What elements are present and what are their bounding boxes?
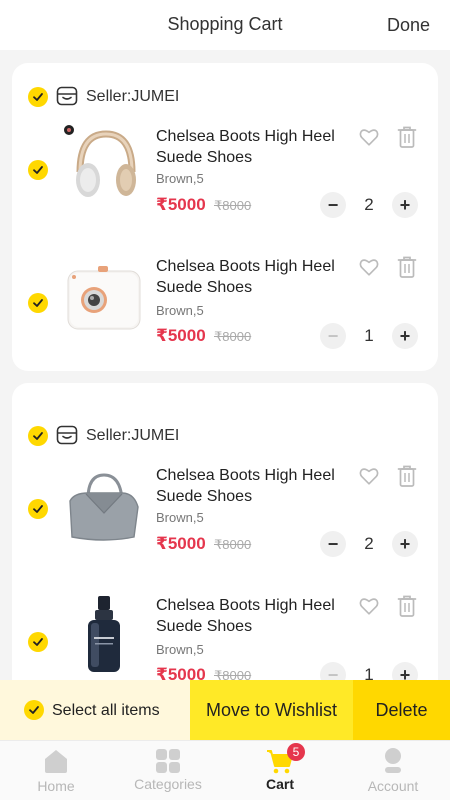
quantity-value: 1 [364,665,374,680]
store-icon [56,425,78,445]
cart-item: Chelsea Boots High Heel Suede Shoes Brow… [12,589,438,680]
trash-icon[interactable] [397,255,417,279]
cart-list[interactable]: Seller:JUMEI Chelsea Boots High Heel Sue… [0,50,450,680]
handbag-image[interactable] [64,463,142,545]
heart-icon[interactable] [358,256,380,278]
seller-name: Seller:JUMEI [86,427,180,444]
tab-label: Home [37,778,75,794]
item-checkbox[interactable] [28,160,48,180]
store-icon [56,86,78,106]
tab-account[interactable]: Account [343,741,443,800]
decrease-qty-button[interactable]: − [320,323,346,349]
item-name[interactable]: Chelsea Boots High Heel Suede Shoes [156,126,346,168]
item-variant: Brown,5 [156,510,204,525]
decrease-qty-button[interactable]: − [320,192,346,218]
cart-count-badge: 5 [287,743,305,761]
check-icon [33,432,43,440]
heart-icon[interactable] [358,465,380,487]
item-name[interactable]: Chelsea Boots High Heel Suede Shoes [156,595,346,637]
tab-categories[interactable]: Categories [118,741,218,800]
seller-checkbox[interactable] [28,426,48,446]
check-icon [33,166,43,174]
item-old-price: ₹8000 [214,668,252,680]
tab-label: Cart [265,776,294,792]
item-price: ₹5000 [156,665,206,680]
heart-icon[interactable] [358,595,380,617]
item-price: ₹5000 [156,326,206,345]
tab-label: Categories [134,776,202,792]
tab-cart[interactable]: 5 Cart [230,741,330,800]
page-title: Shopping Cart [167,14,283,34]
item-checkbox[interactable] [28,632,48,652]
headphones-image[interactable] [64,124,142,206]
tab-home[interactable]: Home [6,741,106,800]
header-bar: Shopping Cart Done [0,0,450,50]
trash-icon[interactable] [397,125,417,149]
item-old-price: ₹8000 [214,198,252,213]
decrease-qty-button[interactable]: − [320,531,346,557]
select-all-label[interactable]: Select all items [52,702,160,720]
increase-qty-button[interactable]: + [392,662,418,680]
item-checkbox[interactable] [28,499,48,519]
instant-camera-image[interactable] [64,254,142,336]
categories-icon [156,749,180,773]
seller-header: Seller:JUMEI [12,424,438,448]
item-name[interactable]: Chelsea Boots High Heel Suede Shoes [156,465,346,507]
tab-label: Account [367,778,419,794]
move-to-wishlist-button[interactable]: Move to Wishlist [190,680,353,740]
item-price: ₹5000 [156,195,206,214]
decrease-qty-button[interactable]: − [320,662,346,680]
item-name[interactable]: Chelsea Boots High Heel Suede Shoes [156,256,346,298]
item-old-price: ₹8000 [214,329,252,344]
item-variant: Brown,5 [156,303,204,318]
item-variant: Brown,5 [156,171,204,186]
item-price: ₹5000 [156,534,206,553]
account-icon [385,748,401,773]
cart-action-bar: Select all items Move to Wishlist Delete [0,680,450,740]
serum-bottle-image[interactable] [64,593,142,675]
bottom-tab-bar: Home Categories 5 Cart Account [0,740,450,800]
seller-header: Seller:JUMEI [12,85,438,109]
delete-button[interactable]: Delete [353,680,450,740]
heart-icon[interactable] [358,126,380,148]
item-variant: Brown,5 [156,642,204,657]
quantity-value: 2 [364,534,374,553]
item-checkbox[interactable] [28,293,48,313]
seller-checkbox[interactable] [28,87,48,107]
quantity-value: 1 [364,326,374,345]
increase-qty-button[interactable]: + [392,531,418,557]
cart-item: Chelsea Boots High Heel Suede Shoes Brow… [12,459,438,569]
check-icon [29,706,39,714]
trash-icon[interactable] [397,594,417,618]
seller-card: Seller:JUMEI Chelsea Boots High Heel Sue… [12,63,438,371]
cart-item: Chelsea Boots High Heel Suede Shoes Brow… [12,250,438,360]
trash-icon[interactable] [397,464,417,488]
check-icon [33,505,43,513]
select-all-checkbox[interactable] [24,700,44,720]
increase-qty-button[interactable]: + [392,323,418,349]
item-old-price: ₹8000 [214,537,252,552]
check-icon [33,93,43,101]
home-icon [45,750,67,773]
cart-item: Chelsea Boots High Heel Suede Shoes Brow… [12,120,438,230]
seller-card: Seller:JUMEI Chelsea Boots High Heel Sue… [12,383,438,680]
seller-name: Seller:JUMEI [86,88,180,105]
quantity-value: 2 [364,195,374,214]
increase-qty-button[interactable]: + [392,192,418,218]
done-button[interactable]: Done [387,15,430,36]
check-icon [33,299,43,307]
check-icon [33,638,43,646]
